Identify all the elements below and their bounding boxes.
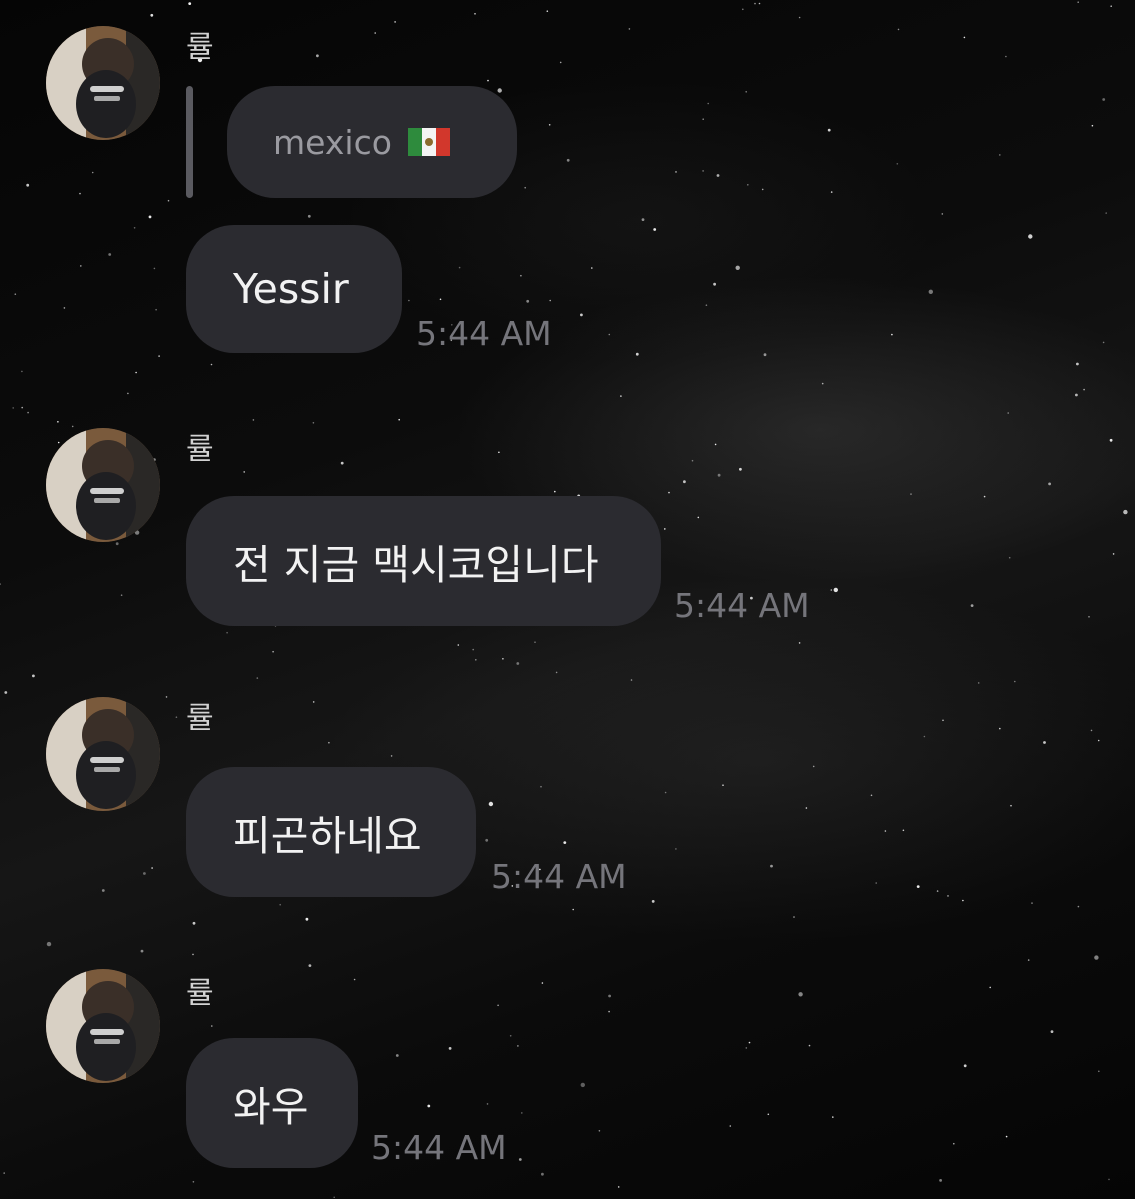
avatar-photo-icon (46, 428, 160, 542)
sender-name: 률 (186, 701, 214, 736)
avatar[interactable] (46, 697, 160, 811)
message-text: Yessir (233, 265, 349, 313)
sender-name: 률 (186, 432, 214, 467)
message-text: 피곤하네요 (233, 812, 422, 860)
message-timestamp: 5:44 AM (416, 314, 552, 353)
sender-name: 률 (186, 976, 214, 1011)
replied-message-bubble[interactable]: mexico (227, 86, 517, 198)
message-timestamp: 5:44 AM (371, 1128, 507, 1167)
message-bubble[interactable]: 와우 (186, 1038, 358, 1168)
avatar-photo-icon (46, 26, 160, 140)
mexico-flag-icon (407, 128, 450, 156)
replied-message-text: mexico (273, 122, 392, 162)
sender-name: 률 (186, 30, 214, 65)
avatar-photo-icon (46, 969, 160, 1083)
avatar[interactable] (46, 428, 160, 542)
reply-indicator-bar (186, 86, 193, 198)
avatar[interactable] (46, 26, 160, 140)
message-bubble[interactable]: 전 지금 맥시코입니다 (186, 496, 661, 626)
message-bubble[interactable]: Yessir (186, 225, 402, 353)
message-timestamp: 5:44 AM (674, 586, 810, 625)
message-bubble[interactable]: 피곤하네요 (186, 767, 476, 897)
avatar-photo-icon (46, 697, 160, 811)
message-text: 전 지금 맥시코입니다 (233, 541, 599, 589)
message-text: 와우 (233, 1083, 309, 1131)
message-timestamp: 5:44 AM (491, 857, 627, 896)
avatar[interactable] (46, 969, 160, 1083)
